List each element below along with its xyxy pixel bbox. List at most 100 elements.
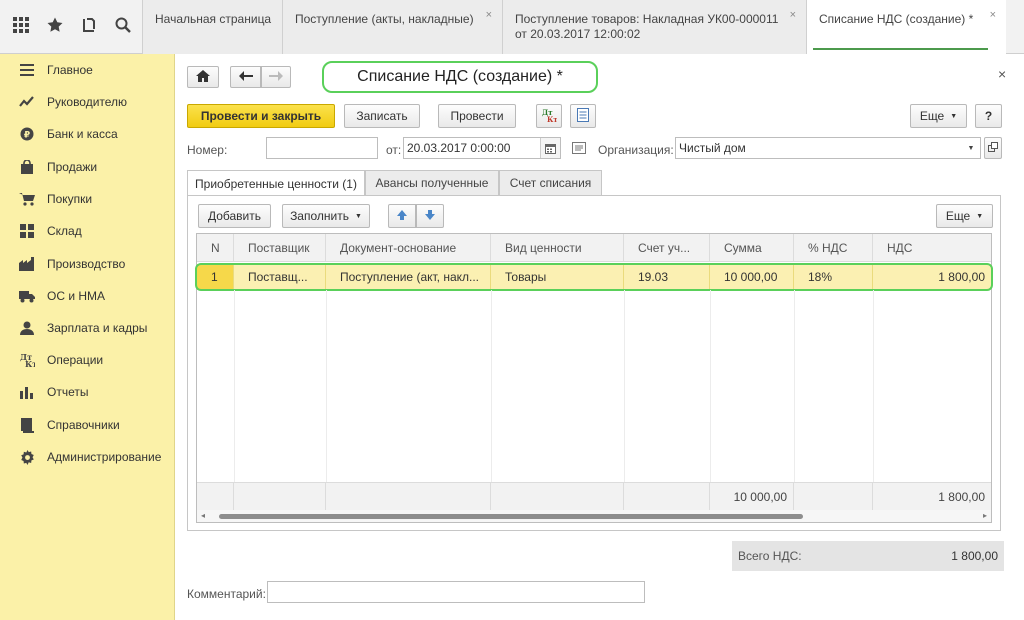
open-link-icon [988, 141, 998, 155]
close-icon[interactable]: × [486, 8, 492, 23]
sidebar-item-directories[interactable]: Справочники [0, 411, 175, 439]
more-menu-button[interactable]: Еще ▼ [910, 104, 967, 128]
asset-type-cell[interactable]: Товары [491, 264, 624, 290]
sidebar-item-main[interactable]: Главное [0, 56, 175, 84]
star-icon[interactable] [44, 14, 66, 36]
column-divider [491, 290, 492, 482]
history-icon[interactable] [78, 14, 100, 36]
table-more-menu-button[interactable]: Еще ▼ [936, 204, 993, 228]
bar-chart-icon [18, 383, 36, 401]
home-icon [196, 69, 210, 85]
close-icon[interactable]: × [990, 8, 996, 23]
move-up-button[interactable] [388, 204, 416, 228]
scroll-left-icon[interactable]: ◂ [201, 511, 205, 520]
assets-table[interactable]: N Поставщик Документ-основание Вид ценно… [195, 233, 993, 523]
comment-input[interactable] [267, 581, 645, 603]
help-button[interactable]: ? [975, 104, 1002, 128]
total-vat-value: 1 800,00 [951, 549, 998, 563]
tab-writeoff-account[interactable]: Счет списания [499, 170, 602, 195]
bag-icon [18, 158, 36, 176]
sidebar-item-bank[interactable]: ₽ Банк и касса [0, 120, 175, 148]
post-and-close-button[interactable]: Провести и закрыть [187, 104, 335, 128]
column-header[interactable]: % НДС [794, 234, 873, 262]
sidebar-item-reports[interactable]: Отчеты [0, 378, 175, 406]
tab-home-page[interactable]: Начальная страница [142, 0, 282, 54]
organization-icon [572, 142, 586, 157]
tab-advances-received[interactable]: Авансы полученные [365, 170, 499, 195]
menu-lines-icon [18, 61, 36, 79]
fill-button[interactable]: Заполнить ▼ [282, 204, 370, 228]
arrow-right-icon [269, 70, 283, 84]
sidebar-item-label: Производство [47, 257, 126, 271]
sidebar-item-payroll[interactable]: Зарплата и кадры [0, 314, 175, 342]
sidebar-item-operations[interactable]: Дт Кт Операции [0, 346, 175, 374]
arrow-left-icon [238, 70, 253, 84]
vat-rate-cell[interactable]: 18% [794, 264, 873, 290]
tab-receipts-list[interactable]: Поступление (акты, накладные) × [282, 0, 502, 54]
column-header[interactable]: Поставщик [234, 234, 326, 262]
add-row-button[interactable]: Добавить [198, 204, 271, 228]
column-header[interactable]: N [197, 234, 234, 262]
tab-goods-receipt[interactable]: Поступление товаров: Накладная УК00-0000… [502, 0, 806, 54]
organization-select[interactable]: Чистый дом ▼ [675, 137, 981, 159]
home-button[interactable] [187, 66, 219, 88]
column-divider [624, 290, 625, 482]
sidebar-item-purchases[interactable]: Покупки [0, 185, 175, 213]
svg-text:Кт: Кт [547, 115, 557, 123]
comment-label: Комментарий: [187, 587, 266, 601]
factory-icon [18, 255, 36, 273]
column-header[interactable]: НДС [873, 234, 991, 262]
footer-cell [197, 482, 234, 510]
close-icon[interactable]: × [790, 8, 796, 23]
vat-amount-cell[interactable]: 1 800,00 [873, 264, 991, 290]
total-vat-panel: Всего НДС: 1 800,00 [732, 541, 1004, 571]
column-header[interactable]: Счет уч... [624, 234, 710, 262]
more-label: Еще [919, 109, 945, 123]
calendar-icon[interactable] [540, 138, 560, 158]
horizontal-scrollbar[interactable]: ◂ ▸ [197, 510, 991, 522]
open-organization-button[interactable] [984, 137, 1002, 159]
tab-label: Поступление (акты, накладные) [295, 12, 474, 26]
post-button[interactable]: Провести [438, 104, 516, 128]
basis-document-cell[interactable]: Поступление (акт, накл... [326, 264, 491, 290]
account-cell[interactable]: 19.03 [624, 264, 710, 290]
gear-icon [18, 448, 36, 466]
sidebar-item-production[interactable]: Производство [0, 250, 175, 278]
back-button[interactable] [230, 66, 261, 88]
sidebar-item-fixed-assets[interactable]: ОС и НМА [0, 282, 175, 310]
sidebar-item-label: Операции [47, 353, 104, 367]
date-input[interactable]: 20.03.2017 0:00:00 [403, 137, 561, 159]
search-icon[interactable] [112, 14, 134, 36]
sidebar-item-warehouse[interactable]: Склад [0, 217, 175, 245]
chevron-down-icon[interactable]: ▼ [962, 138, 980, 158]
print-button[interactable] [570, 104, 596, 128]
apps-grid-icon[interactable] [10, 14, 32, 36]
sidebar-item-label: Руководителю [47, 95, 128, 109]
sidebar-item-label: Банк и касса [47, 127, 118, 141]
footer-cell [794, 482, 873, 510]
column-header[interactable]: Документ-основание [326, 234, 491, 262]
sidebar-item-administration[interactable]: Администрирование [0, 443, 175, 471]
tab-label-line2: от 20.03.2017 12:00:02 [515, 27, 641, 41]
save-button[interactable]: Записать [344, 104, 420, 128]
book-icon [18, 416, 36, 434]
supplier-cell[interactable]: Поставщ... [234, 264, 326, 290]
forward-button[interactable] [261, 66, 291, 88]
close-icon[interactable]: × [998, 66, 1006, 82]
column-header[interactable]: Вид ценности [491, 234, 624, 262]
sidebar-item-manager[interactable]: Руководителю [0, 88, 175, 116]
column-divider [234, 290, 235, 482]
scrollbar-thumb[interactable] [219, 514, 803, 519]
document-form: Списание НДС (создание) * × Провести и з… [176, 54, 1024, 620]
sidebar-item-sales[interactable]: Продажи [0, 153, 175, 181]
move-down-button[interactable] [416, 204, 444, 228]
tab-vat-writeoff[interactable]: Списание НДС (создание) * × [806, 0, 1006, 54]
sidebar-item-label: ОС и НМА [47, 289, 106, 303]
column-divider [326, 290, 327, 482]
number-input[interactable] [266, 137, 378, 159]
column-header[interactable]: Сумма [710, 234, 794, 262]
scroll-right-icon[interactable]: ▸ [983, 511, 987, 520]
amount-cell[interactable]: 10 000,00 [710, 264, 794, 290]
tab-acquired-assets[interactable]: Приобретенные ценности (1) [187, 170, 365, 196]
journal-entries-button[interactable]: Дт Кт [536, 104, 562, 128]
